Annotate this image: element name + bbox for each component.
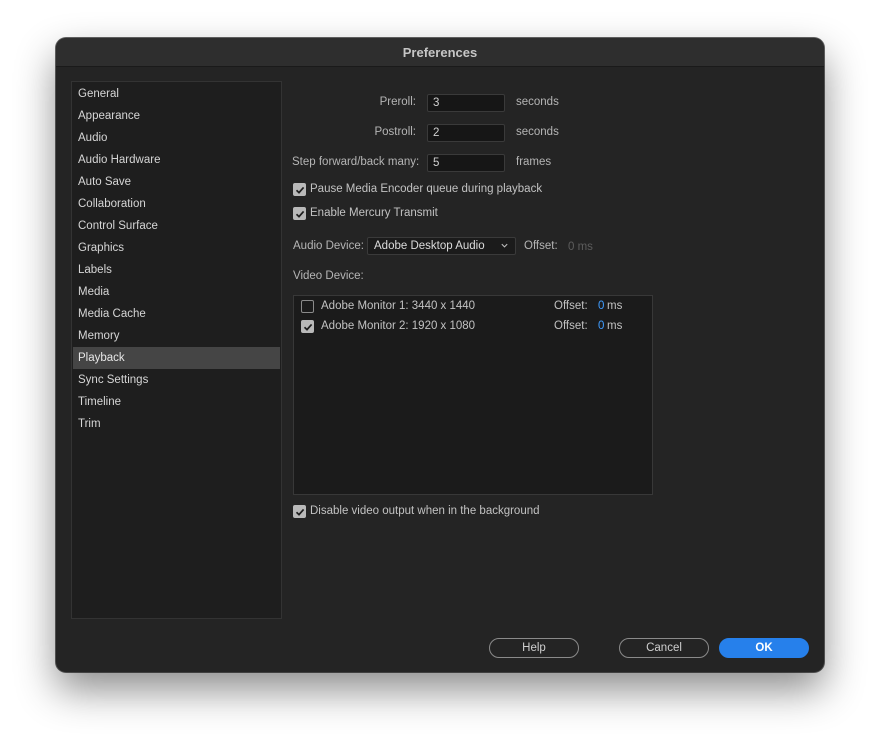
audio-device-value: Adobe Desktop Audio [374, 240, 485, 252]
ok-button[interactable]: OK [719, 638, 809, 658]
monitor-1-offset-label: Offset: [554, 300, 588, 312]
sidebar-item-auto-save[interactable]: Auto Save [73, 171, 280, 193]
postroll-unit: seconds [516, 126, 559, 138]
step-input[interactable] [427, 154, 505, 172]
monitor-2-checkbox[interactable] [301, 320, 314, 333]
audio-offset-label: Offset: [524, 240, 558, 252]
sidebar-item-appearance[interactable]: Appearance [73, 105, 280, 127]
preroll-label: Preroll: [379, 96, 416, 108]
sidebar-item-trim[interactable]: Trim [73, 413, 280, 435]
sidebar-item-collaboration[interactable]: Collaboration [73, 193, 280, 215]
monitor-1-checkbox[interactable] [301, 300, 314, 313]
step-label: Step forward/back many: [292, 156, 420, 168]
sidebar: General Appearance Audio Audio Hardware … [71, 81, 282, 619]
monitor-2-offset-label: Offset: [554, 320, 588, 332]
disable-background-label: Disable video output when in the backgro… [310, 505, 540, 517]
sidebar-item-media[interactable]: Media [73, 281, 280, 303]
disable-background-checkbox[interactable] [293, 505, 306, 518]
postroll-label: Postroll: [374, 126, 416, 138]
sidebar-item-timeline[interactable]: Timeline [73, 391, 280, 413]
mercury-transmit-label: Enable Mercury Transmit [310, 207, 438, 219]
checkmark-icon [295, 186, 304, 194]
sidebar-item-media-cache[interactable]: Media Cache [73, 303, 280, 325]
sidebar-item-playback[interactable]: Playback [73, 347, 280, 369]
sidebar-item-control-surface[interactable]: Control Surface [73, 215, 280, 237]
video-device-list: Adobe Monitor 1: 3440 x 1440 Offset: 0 m… [293, 295, 653, 495]
sidebar-item-labels[interactable]: Labels [73, 259, 280, 281]
sidebar-item-audio-hardware[interactable]: Audio Hardware [73, 149, 280, 171]
monitor-1-name: Adobe Monitor 1: 3440 x 1440 [321, 300, 476, 312]
audio-device-dropdown[interactable]: Adobe Desktop Audio [367, 237, 516, 255]
monitor-2-offset-unit: ms [607, 320, 623, 332]
pause-encoder-label: Pause Media Encoder queue during playbac… [310, 183, 543, 195]
window-title: Preferences [402, 44, 478, 60]
monitor-1-offset-unit: ms [607, 300, 623, 312]
sidebar-item-audio[interactable]: Audio [73, 127, 280, 149]
pause-encoder-checkbox[interactable] [293, 183, 306, 196]
postroll-input[interactable] [427, 124, 505, 142]
sidebar-item-general[interactable]: General [73, 83, 280, 105]
checkmark-icon [295, 508, 304, 516]
step-unit: frames [516, 156, 552, 168]
sidebar-item-sync-settings[interactable]: Sync Settings [73, 369, 280, 391]
preferences-dialog: Preferences General Appearance Audio Aud… [56, 38, 824, 672]
checkmark-icon [295, 210, 304, 218]
cancel-button[interactable]: Cancel [619, 638, 709, 658]
preroll-input[interactable] [427, 94, 505, 112]
monitor-1-offset-value[interactable]: 0 [598, 300, 604, 312]
chevron-down-icon [501, 243, 508, 248]
mercury-transmit-checkbox[interactable] [293, 207, 306, 220]
sidebar-item-graphics[interactable]: Graphics [73, 237, 280, 259]
sidebar-item-memory[interactable]: Memory [73, 325, 280, 347]
preroll-unit: seconds [516, 96, 559, 108]
help-button[interactable]: Help [489, 638, 579, 658]
title-bar: Preferences [56, 38, 824, 67]
checkmark-icon [303, 323, 312, 331]
video-device-label: Video Device: [293, 270, 364, 282]
audio-offset-value: 0 ms [568, 241, 593, 253]
audio-device-label: Audio Device: [293, 240, 364, 252]
monitor-2-offset-value[interactable]: 0 [598, 320, 604, 332]
monitor-2-name: Adobe Monitor 2: 1920 x 1080 [321, 320, 476, 332]
